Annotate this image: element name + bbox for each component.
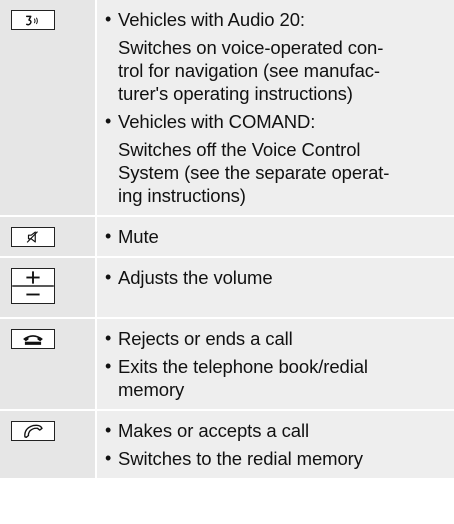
list-item: • Exits the telephone book/redial memory — [105, 355, 444, 401]
bullet: • — [105, 448, 112, 468]
key-cell — [0, 258, 97, 317]
list-item-text: Switches on voice-operated con- — [118, 37, 384, 58]
list-item: • Makes or accepts a call — [105, 419, 444, 442]
table-row-end-call: • Rejects or ends a call • Exits the tel… — [0, 318, 454, 410]
key-cell — [0, 319, 97, 409]
accept-call-icon — [11, 421, 55, 441]
description-cell: • Makes or accepts a call • Switches to … — [97, 411, 454, 478]
description-cell: • Rejects or ends a call • Exits the tel… — [97, 319, 454, 409]
key-cell — [0, 217, 97, 256]
list-item: • Rejects or ends a call — [105, 327, 444, 350]
description-cell: • Vehicles with Audio 20: Switches on vo… — [97, 0, 454, 215]
key-cell — [0, 411, 97, 478]
bullet: • — [105, 356, 112, 376]
voice-control-icon — [11, 10, 55, 30]
bullet: • — [105, 420, 112, 440]
list-item-text: memory — [118, 379, 185, 400]
list-item-text: Switches to the redial memory — [118, 448, 363, 469]
description-list: • Adjusts the volume — [105, 266, 444, 289]
list-item: • Adjusts the volume — [105, 266, 444, 289]
volume-plus-minus-icon — [11, 268, 55, 304]
mute-icon — [11, 227, 55, 247]
list-item-text: trol for navigation (see manufac- — [118, 60, 380, 81]
button-function-table: • Vehicles with Audio 20: Switches on vo… — [0, 0, 454, 479]
description-list: • Vehicles with Audio 20: Switches on vo… — [105, 8, 444, 207]
list-item-text: Rejects or ends a call — [118, 328, 293, 349]
list-item: • Vehicles with COMAND: Switches off the… — [105, 110, 444, 207]
bullet: • — [105, 111, 112, 131]
table-row-mute: • Mute — [0, 216, 454, 257]
bullet: • — [105, 9, 112, 29]
list-item-text: Vehicles with COMAND: — [118, 111, 316, 132]
table-row-voice-control: • Vehicles with Audio 20: Switches on vo… — [0, 0, 454, 216]
bullet: • — [105, 267, 112, 287]
list-item-text: Switches off the Voice Control — [118, 139, 361, 160]
description-list: • Mute — [105, 225, 444, 248]
list-item-text: turer's operating instructions) — [118, 83, 353, 104]
table-row-volume: • Adjusts the volume — [0, 257, 454, 318]
list-item: • Switches to the redial memory — [105, 447, 444, 470]
table-row-accept-call: • Makes or accepts a call • Switches to … — [0, 410, 454, 479]
list-item-text: Exits the telephone book/redial — [118, 356, 368, 377]
description-list: • Rejects or ends a call • Exits the tel… — [105, 327, 444, 401]
description-cell: • Adjusts the volume — [97, 258, 454, 317]
list-item: • Mute — [105, 225, 444, 248]
list-item-text: Vehicles with Audio 20: — [118, 9, 305, 30]
end-call-icon — [11, 329, 55, 349]
description-list: • Makes or accepts a call • Switches to … — [105, 419, 444, 470]
list-item-text: Makes or accepts a call — [118, 420, 310, 441]
list-item-text: ing instructions) — [118, 185, 246, 206]
list-item-text: Mute — [118, 226, 159, 247]
bullet: • — [105, 226, 112, 246]
bullet: • — [105, 328, 112, 348]
description-cell: • Mute — [97, 217, 454, 256]
list-item-text: Adjusts the volume — [118, 267, 273, 288]
key-cell — [0, 0, 97, 215]
list-item-text: System (see the separate operat- — [118, 162, 390, 183]
list-item: • Vehicles with Audio 20: Switches on vo… — [105, 8, 444, 105]
